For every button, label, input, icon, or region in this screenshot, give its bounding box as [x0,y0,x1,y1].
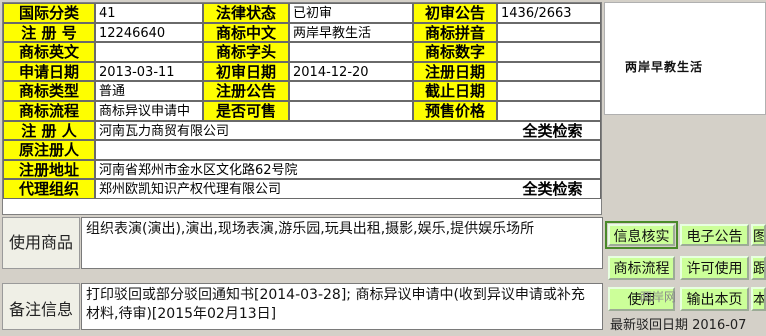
grid-label-r4-c4: 截止日期 [413,81,497,101]
grid-label-r3-c4: 注册日期 [413,61,497,82]
usage-goods-text: 组织表演(演出),演出,现场表演,游乐园,玩具出租,摄影,娱乐,提供娱乐场所 [81,217,603,269]
grid-value-r0-c3: 已初审 [289,3,413,23]
license-button[interactable]: 许可使用 [680,256,749,280]
full-class-search-2 [505,159,601,180]
grid-value-r5-c3 [289,101,413,121]
remarks-text: 打印驳回或部分驳回通知书[2014-03-28]; 商标异议申请中(收到异议申请… [81,283,603,330]
grid-label-r5-c0: 商标流程 [3,101,95,121]
grid-value-r3-c3: 2014-12-20 [289,61,413,82]
grid-label-r1-c0: 注 册 号 [3,22,95,43]
grid-value-r2-c1 [95,42,203,62]
remarks-label: 备注信息 [2,283,80,330]
grid-label-r5-c2: 是否可售 [203,101,289,121]
full-class-search-0[interactable]: 全类检索 [505,120,601,141]
full-class-search-3[interactable]: 全类检索 [505,179,601,199]
trademark-logo-preview: 两岸早教生活 [604,2,766,115]
trademark-info-grid: 国际分类 41 法律状态 已初审 初审公告 1436/2663 注 册 号 12246640 商… [2,2,602,215]
grid-value-r4-c3 [289,81,413,101]
grid-value-r1-c3: 两岸早教生活 [289,22,413,43]
grid-value-r0-c5: 1436/2663 [497,3,601,23]
grid-value-r3-c1: 2013-03-11 [95,61,203,82]
grid-label-r2-c4: 商标数字 [413,42,497,62]
latest-reject-date: 最新驳回日期 2016-07 [610,318,747,333]
grid-label-r1-c4: 商标拼音 [413,22,497,43]
partial-button-3[interactable]: 本 [751,287,766,311]
grid-label-r2-c0: 商标英文 [3,42,95,62]
partial-button-1[interactable]: 图 [751,224,766,246]
grid-label-r0-c0: 国际分类 [3,3,95,23]
grid-label-r1-c2: 商标中文 [203,22,289,43]
wide-value-2: 河南省郑州市金水区文化路62号院 [95,159,505,180]
wide-value-0: 河南瓦力商贸有限公司 [95,120,505,141]
grid-label-r3-c0: 申请日期 [3,61,95,82]
grid-label-r2-c2: 商标字头 [203,42,289,62]
grid-label-r0-c2: 法律状态 [203,3,289,23]
grid-value-r2-c3 [289,42,413,62]
wide-label-2: 注册地址 [3,159,95,180]
logo-text: 两岸早教生活 [625,60,704,74]
full-class-search-1 [505,140,601,160]
watermark: 两岸网 [640,290,677,304]
grid-value-r1-c5 [497,22,601,43]
info-check-button[interactable]: 信息核实 [608,224,675,246]
grid-label-r0-c4: 初审公告 [413,3,497,23]
wide-label-1: 原注册人 [3,140,95,160]
wide-value-1 [95,140,505,160]
wide-label-3: 代理组织 [3,179,95,199]
grid-value-r2-c5 [497,42,601,62]
grid-label-r5-c4: 预售价格 [413,101,497,121]
grid-value-r5-c5 [497,101,601,121]
grid-value-r0-c1: 41 [95,3,203,23]
grid-label-r4-c2: 注册公告 [203,81,289,101]
grid-label-r4-c0: 商标类型 [3,81,95,101]
grid-label-r3-c2: 初审日期 [203,61,289,82]
wide-label-0: 注 册 人 [3,120,95,141]
grid-value-r1-c1: 12246640 [95,22,203,43]
wide-value-3: 郑州欧凯知识产权代理有限公司 [95,179,505,199]
grid-value-r5-c1: 商标异议申请中 [95,101,203,121]
flow-button[interactable]: 商标流程 [608,256,675,280]
e-notice-button[interactable]: 电子公告 [680,224,749,246]
grid-value-r4-c1: 普通 [95,81,203,101]
usage-goods-label: 使用商品 [2,217,80,269]
print-page-button[interactable]: 输出本页 [680,287,749,311]
grid-value-r4-c5 [497,81,601,101]
grid-value-r3-c5 [497,61,601,82]
partial-button-2[interactable]: 跟 [751,256,766,280]
